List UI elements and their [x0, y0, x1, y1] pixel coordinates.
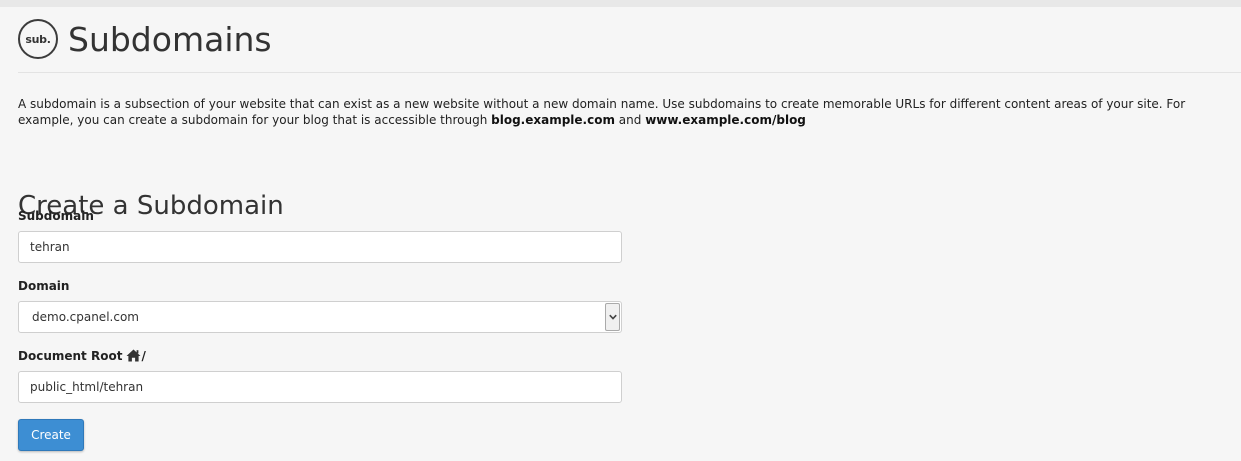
document-root-input-value: public_html/tehran [30, 380, 144, 394]
description-line-2: example, you can create a subdomain for … [18, 112, 1241, 128]
header-divider [18, 72, 1241, 73]
subdomains-logo-icon: sub. [18, 19, 58, 59]
subdomain-label: Subdomain [18, 209, 94, 223]
create-button[interactable]: Create [18, 419, 84, 451]
subdomain-input[interactable]: tehran [18, 231, 622, 263]
document-root-label: Document Root / [18, 349, 146, 365]
document-root-label-text: Document Root [18, 349, 123, 363]
top-bar [0, 0, 1241, 7]
description-and: and [614, 113, 646, 127]
domain-label: Domain [18, 279, 70, 293]
page-header: sub. Subdomains [18, 14, 272, 64]
description-line-1: A subdomain is a subsection of your webs… [18, 97, 1186, 111]
example-subdomain: blog.example.com [491, 113, 615, 127]
home-icon [126, 349, 141, 365]
domain-select-value: demo.cpanel.com [32, 310, 139, 324]
domain-select[interactable]: demo.cpanel.com [18, 301, 622, 333]
logo-text: sub. [25, 32, 51, 46]
page-title: Subdomains [68, 19, 272, 59]
document-root-input[interactable]: public_html/tehran [18, 371, 622, 403]
description-text: example, you can create a subdomain for … [18, 113, 492, 127]
subdomain-input-value: tehran [30, 240, 70, 254]
example-path: www.example.com/blog [645, 113, 806, 127]
chevron-down-icon[interactable] [605, 303, 620, 331]
document-root-slash: / [141, 349, 146, 363]
page-description: A subdomain is a subsection of your webs… [18, 96, 1241, 128]
